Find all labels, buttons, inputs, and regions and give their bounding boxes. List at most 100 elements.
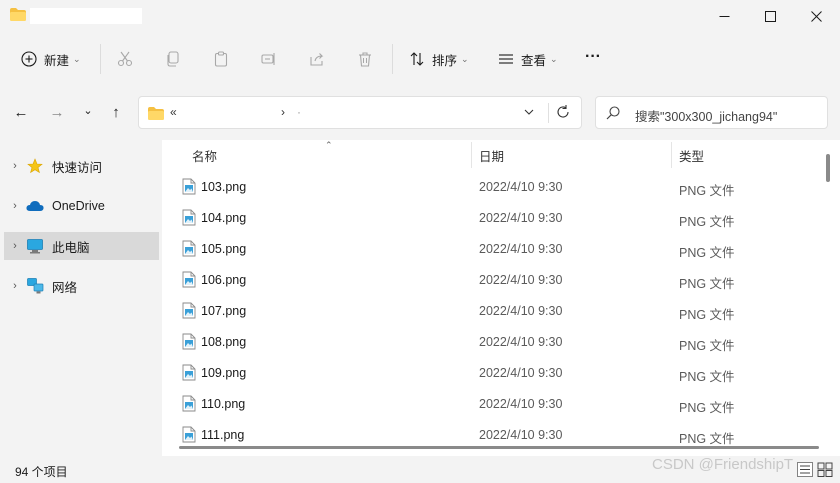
minimize-button[interactable]: [701, 0, 747, 32]
table-row[interactable]: 108.png 2022/4/10 9:30 PNG 文件: [162, 326, 822, 357]
tiles-view-button[interactable]: [817, 462, 833, 477]
view-button[interactable]: 查看 ⌄: [497, 44, 558, 74]
new-button-label: 新建: [44, 53, 70, 68]
file-type: PNG 文件: [679, 308, 735, 322]
column-header-type[interactable]: 类型: [679, 146, 704, 165]
column-header-date[interactable]: 日期: [479, 146, 504, 165]
arrow-up-icon: ↑: [112, 103, 120, 121]
file-type: PNG 文件: [679, 339, 735, 353]
forward-button[interactable]: →: [47, 102, 67, 122]
copy-button[interactable]: [164, 44, 182, 74]
sidebar-item-label: 此电脑: [52, 240, 90, 255]
png-file-icon: [182, 209, 196, 226]
up-button[interactable]: ↑: [106, 102, 126, 122]
file-name: 109.png: [201, 366, 247, 380]
view-button-label: 查看: [521, 53, 547, 68]
png-file-icon: [182, 395, 196, 412]
recent-locations-button[interactable]: ⌄: [78, 100, 98, 120]
close-button[interactable]: [793, 0, 839, 32]
cloud-icon: [26, 197, 44, 215]
more-options-button[interactable]: ···: [585, 42, 601, 72]
table-row[interactable]: 105.png 2022/4/10 9:30 PNG 文件: [162, 233, 822, 264]
horizontal-scroll-thumb[interactable]: [179, 446, 819, 449]
file-name: 104.png: [201, 211, 247, 225]
table-row[interactable]: 104.png 2022/4/10 9:30 PNG 文件: [162, 202, 822, 233]
toolbar-divider: [100, 44, 101, 74]
file-name: 110.png: [201, 397, 246, 411]
star-icon: [26, 157, 44, 175]
share-button[interactable]: [308, 44, 326, 74]
rename-icon: [260, 50, 278, 68]
sidebar-item-quick-access[interactable]: › 快速访问: [4, 152, 159, 180]
sidebar-item-this-pc[interactable]: › 此电脑: [4, 232, 159, 260]
view-list-icon: [497, 50, 515, 68]
watermark: CSDN @FriendshipT: [652, 456, 794, 473]
chevron-right-icon[interactable]: ›: [4, 160, 26, 172]
table-row[interactable]: 109.png 2022/4/10 9:30 PNG 文件: [162, 357, 822, 388]
file-date: 2022/4/10 9:30: [479, 397, 563, 411]
file-date: 2022/4/10 9:30: [479, 211, 563, 225]
png-file-icon: [182, 178, 196, 195]
details-view-icon: [797, 462, 813, 477]
maximize-button[interactable]: [747, 0, 793, 32]
chevron-right-icon[interactable]: ›: [4, 200, 26, 212]
clipboard-icon: [212, 50, 230, 68]
file-type: PNG 文件: [679, 370, 735, 384]
search-box[interactable]: 搜索"300x300_jichang94": [595, 96, 828, 129]
cut-button[interactable]: [116, 44, 134, 74]
column-header-name[interactable]: 名称: [192, 146, 217, 165]
address-segment[interactable]: ·: [297, 105, 301, 119]
address-bar[interactable]: « › ·: [138, 96, 582, 129]
status-bar: 94 个项目 CSDN @FriendshipT: [0, 456, 840, 483]
png-file-icon: [182, 364, 196, 381]
file-list: ⌃ 名称 日期 类型 103.png 2022/4/10 9:30 PNG 文件 10…: [162, 140, 840, 456]
tiles-view-icon: [817, 462, 833, 477]
png-file-icon: [182, 333, 196, 350]
sidebar-item-label: 网络: [52, 280, 78, 295]
column-divider[interactable]: [671, 142, 672, 168]
file-name: 108.png: [201, 335, 247, 349]
trash-icon: [356, 50, 374, 68]
sort-icon: [408, 50, 426, 68]
sidebar-item-network[interactable]: › 网络: [4, 272, 159, 300]
new-button[interactable]: 新建 ⌄: [20, 44, 81, 74]
copy-icon: [164, 50, 182, 68]
file-date: 2022/4/10 9:30: [479, 242, 563, 256]
chevron-right-icon[interactable]: ›: [4, 280, 26, 292]
table-row[interactable]: 106.png 2022/4/10 9:30 PNG 文件: [162, 264, 822, 295]
title-bar: [0, 0, 840, 32]
vertical-scroll-thumb[interactable]: [826, 154, 830, 182]
rename-button[interactable]: [260, 44, 278, 74]
refresh-icon[interactable]: [555, 104, 571, 123]
png-file-icon: [182, 240, 196, 257]
sort-button[interactable]: 排序 ⌄: [408, 44, 469, 74]
table-row[interactable]: 110.png 2022/4/10 9:30 PNG 文件: [162, 388, 822, 419]
table-row[interactable]: 103.png 2022/4/10 9:30 PNG 文件: [162, 171, 822, 202]
sidebar-item-label: OneDrive: [52, 199, 105, 213]
chevron-right-icon[interactable]: ›: [4, 240, 26, 252]
computer-icon: [26, 237, 44, 255]
paste-button[interactable]: [212, 44, 230, 74]
file-name: 107.png: [201, 304, 247, 318]
png-file-icon: [182, 271, 196, 288]
details-view-button[interactable]: [797, 462, 813, 477]
address-separator-icon[interactable]: ›: [281, 105, 285, 119]
file-date: 2022/4/10 9:30: [479, 335, 563, 349]
table-row[interactable]: 107.png 2022/4/10 9:30 PNG 文件: [162, 295, 822, 326]
sidebar-item-label: 快速访问: [52, 160, 103, 175]
sidebar-item-onedrive[interactable]: › OneDrive: [4, 192, 159, 220]
back-button[interactable]: ←: [11, 102, 31, 122]
address-overflow[interactable]: «: [170, 105, 177, 119]
vertical-scrollbar[interactable]: [825, 140, 831, 440]
column-divider[interactable]: [471, 142, 472, 168]
close-icon: [810, 10, 822, 22]
file-type: PNG 文件: [679, 432, 735, 446]
more-icon: ···: [585, 48, 601, 65]
delete-button[interactable]: [356, 44, 374, 74]
chevron-down-icon[interactable]: [523, 106, 535, 121]
scissors-icon: [116, 50, 134, 68]
file-name: 105.png: [201, 242, 247, 256]
minimize-icon: [719, 15, 729, 17]
maximize-icon: [764, 10, 776, 22]
search-input[interactable]: 搜索"300x300_jichang94": [635, 106, 777, 125]
